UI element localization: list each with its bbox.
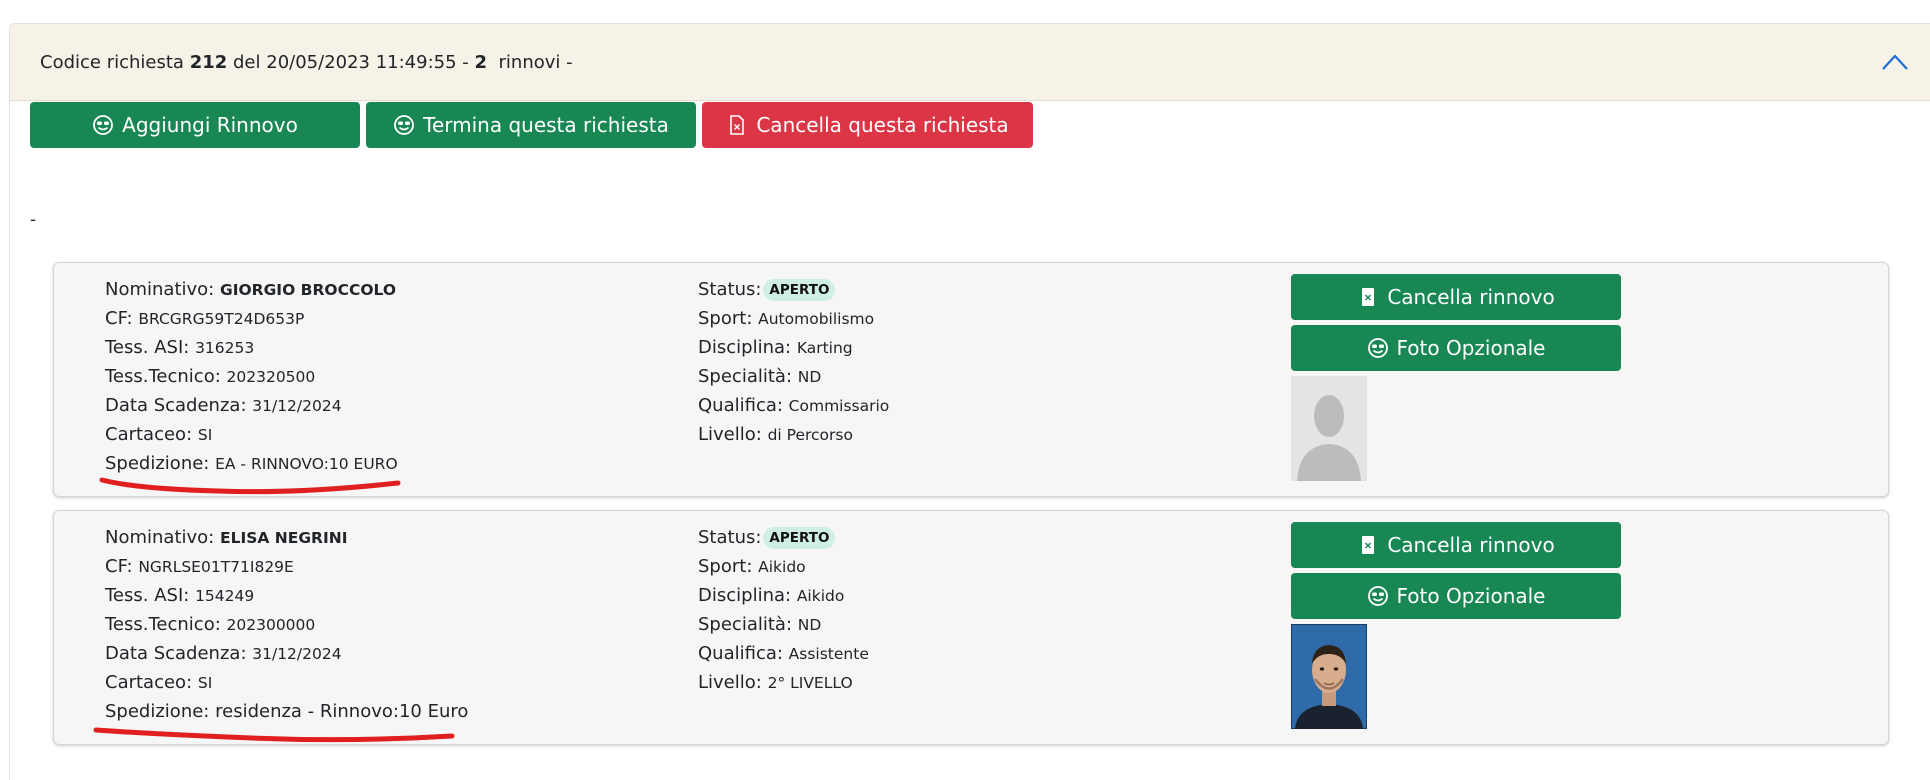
nominativo-value: GIORGIO BROCCOLO (219, 281, 397, 299)
finish-request-button[interactable]: Termina questa richiesta (366, 102, 696, 148)
cancel-request-button[interactable]: Cancella questa richiesta (702, 102, 1033, 148)
smiley-sunglasses-icon (1367, 586, 1388, 606)
spedizione-value: residenza - Rinnovo:10 Euro (215, 701, 469, 722)
field-tess-asi: Tess. ASI: 154249 (105, 585, 255, 606)
field-cf: CF: NGRLSE01T71I829E (105, 556, 294, 577)
field-qualifica: Qualifica: Commissario (698, 395, 890, 416)
field-qualifica: Qualifica: Assistente (698, 643, 869, 664)
request-del: del (233, 51, 261, 73)
field-spedizione: Spedizione: EA - RINNOVO:10 EURO (105, 453, 398, 474)
field-sport: Sport: Aikido (698, 556, 806, 577)
field-nominativo: Nominativo: GIORGIO BROCCOLO (105, 279, 397, 300)
field-livello: Livello: 2° LIVELLO (698, 672, 853, 693)
request-sep: - (462, 51, 469, 73)
field-cf: CF: BRCGRG59T24D653P (105, 308, 305, 329)
finish-request-label: Termina questa richiesta (423, 113, 669, 137)
cancel-request-label: Cancella questa richiesta (756, 113, 1009, 137)
sport-details: Status: APERTO Sport: Aikido Disciplina: … (698, 523, 869, 697)
renewal-card: Nominativo: GIORGIO BROCCOLO CF: BRCGRG5… (53, 262, 1889, 497)
tess-asi-value: 154249 (195, 587, 255, 605)
field-tess-tecnico: Tess.Tecnico: 202320500 (105, 366, 316, 387)
request-sep-end: - (566, 51, 573, 73)
spedizione-value: EA - RINNOVO:10 EURO (215, 455, 398, 473)
specialita-value: ND (797, 368, 822, 386)
field-disciplina: Disciplina: Aikido (698, 585, 845, 606)
person-details: Nominativo: GIORGIO BROCCOLO CF: BRCGRG5… (105, 275, 398, 478)
add-renewal-label: Aggiungi Rinnovo (122, 113, 298, 137)
cancel-renewal-button[interactable]: Cancella rinnovo (1291, 522, 1621, 568)
optional-photo-label: Foto Opzionale (1396, 336, 1546, 360)
avatar-placeholder-icon[interactable] (1291, 376, 1367, 481)
person-details: Nominativo: ELISA NEGRINI CF: NGRLSE01T7… (105, 523, 468, 726)
status-badge: APERTO (763, 279, 836, 301)
file-x-icon (1362, 536, 1375, 554)
cartaceo-value: SI (197, 674, 213, 692)
specialita-value: ND (797, 616, 822, 634)
field-sport: Sport: Automobilismo (698, 308, 875, 329)
field-cartaceo: Cartaceo: SI (105, 424, 213, 445)
field-data-scadenza: Data Scadenza: 31/12/2024 (105, 395, 342, 416)
field-specialita: Specialità: ND (698, 614, 822, 635)
request-header[interactable]: Codice richiesta 212 del 20/05/2023 11:4… (10, 24, 1930, 101)
optional-photo-label: Foto Opzionale (1396, 584, 1546, 608)
file-x-icon (1362, 288, 1375, 306)
tess-tecnico-value: 202320500 (226, 368, 316, 386)
renewals-word: rinnovi (498, 51, 561, 73)
renewal-card: Nominativo: ELISA NEGRINI CF: NGRLSE01T7… (53, 510, 1889, 745)
optional-photo-button[interactable]: Foto Opzionale (1291, 325, 1621, 371)
data-scadenza-value: 31/12/2024 (252, 397, 342, 415)
optional-photo-button[interactable]: Foto Opzionale (1291, 573, 1621, 619)
cf-value: NGRLSE01T71I829E (138, 558, 294, 576)
qualifica-value: Assistente (788, 645, 869, 663)
cancel-renewal-button[interactable]: Cancella rinnovo (1291, 274, 1621, 320)
request-code: 212 (189, 51, 228, 73)
tess-asi-value: 316253 (195, 339, 255, 357)
livello-value: di Percorso (767, 426, 853, 444)
sport-details: Status: APERTO Sport: Automobilismo Disci… (698, 275, 889, 449)
cartaceo-value: SI (197, 426, 213, 444)
smiley-sunglasses-icon (93, 115, 114, 135)
portrait-photo[interactable] (1291, 624, 1367, 729)
request-actions: Aggiungi Rinnovo Termina questa richiest… (30, 102, 1033, 148)
sport-value: Aikido (758, 558, 806, 576)
cancel-renewal-label: Cancella rinnovo (1387, 285, 1555, 309)
request-datetime: 20/05/2023 11:49:55 (266, 51, 457, 73)
nominativo-value: ELISA NEGRINI (219, 529, 348, 547)
sport-value: Automobilismo (758, 310, 875, 328)
field-cartaceo: Cartaceo: SI (105, 672, 213, 693)
field-nominativo: Nominativo: ELISA NEGRINI (105, 527, 348, 548)
file-x-icon (730, 115, 745, 135)
chevron-up-icon[interactable] (1882, 52, 1908, 72)
smiley-sunglasses-icon (1367, 338, 1388, 358)
renewals-count: 2 (474, 51, 488, 73)
smiley-sunglasses-icon (394, 115, 415, 135)
cf-value: BRCGRG59T24D653P (138, 310, 305, 328)
field-specialita: Specialità: ND (698, 366, 822, 387)
field-disciplina: Disciplina: Karting (698, 337, 853, 358)
disciplina-value: Aikido (796, 587, 845, 605)
qualifica-value: Commissario (788, 397, 890, 415)
field-tess-asi: Tess. ASI: 316253 (105, 337, 255, 358)
status-badge: APERTO (763, 527, 836, 549)
field-data-scadenza: Data Scadenza: 31/12/2024 (105, 643, 342, 664)
field-livello: Livello: di Percorso (698, 424, 853, 445)
request-prefix: Codice richiesta (40, 51, 184, 73)
field-tess-tecnico: Tess.Tecnico: 202300000 (105, 614, 316, 635)
add-renewal-button[interactable]: Aggiungi Rinnovo (30, 102, 360, 148)
field-status: Status: APERTO (698, 523, 869, 552)
field-spedizione: Spedizione: residenza - Rinnovo:10 Euro (105, 701, 469, 722)
request-note: - (30, 210, 37, 230)
cancel-renewal-label: Cancella rinnovo (1387, 533, 1555, 557)
livello-value: 2° LIVELLO (767, 674, 853, 692)
disciplina-value: Karting (796, 339, 853, 357)
renewal-actions: Cancella rinnovo Foto Opzionale (1291, 274, 1621, 481)
data-scadenza-value: 31/12/2024 (252, 645, 342, 663)
renewal-actions: Cancella rinnovo Foto Opzionale (1291, 522, 1621, 729)
field-status: Status: APERTO (698, 275, 889, 304)
tess-tecnico-value: 202300000 (226, 616, 316, 634)
